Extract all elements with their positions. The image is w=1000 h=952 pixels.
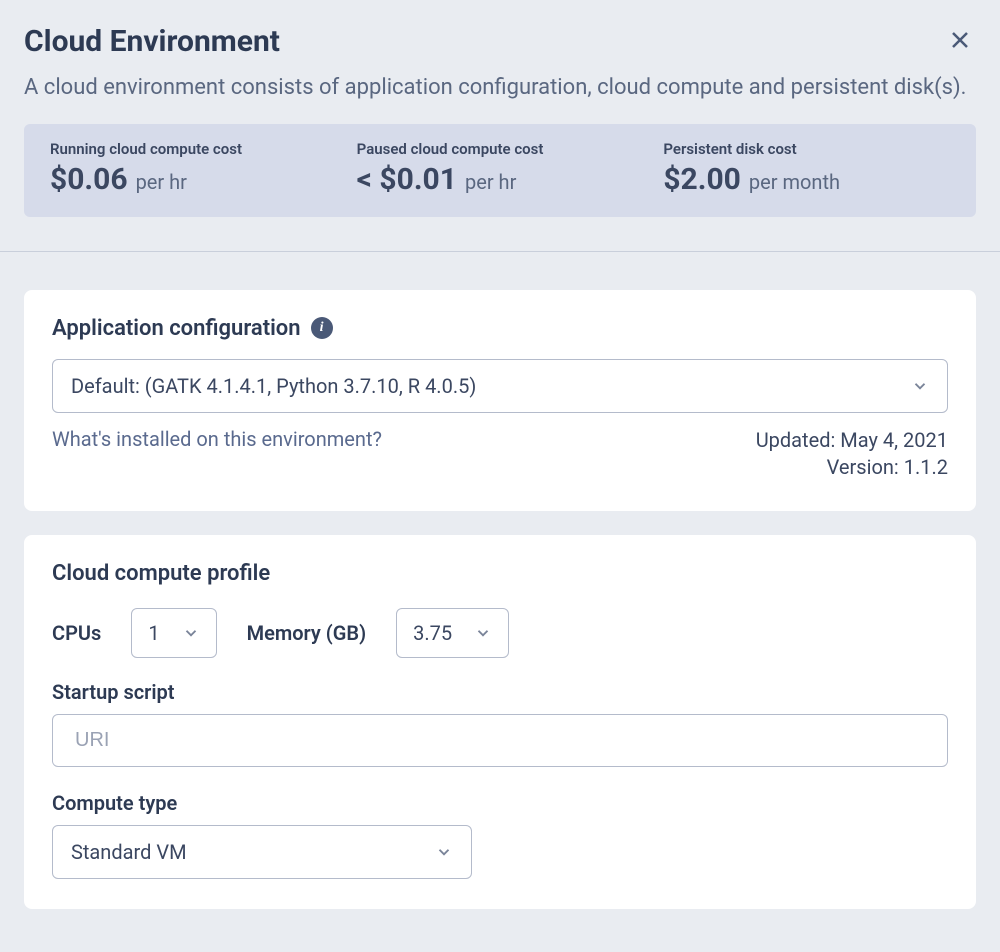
running-cost-unit: per hr xyxy=(136,170,187,194)
close-button[interactable] xyxy=(944,24,976,59)
paused-cost-value: < $0.01 xyxy=(357,162,457,197)
app-config-version: Version: 1.1.2 xyxy=(756,454,948,481)
cpu-select[interactable]: 1 xyxy=(131,608,216,658)
compute-profile-title: Cloud compute profile xyxy=(52,561,948,586)
disk-cost-value: $2.00 xyxy=(663,162,741,197)
app-config-meta: Updated: May 4, 2021 Version: 1.1.2 xyxy=(756,427,948,481)
close-icon xyxy=(948,28,972,52)
compute-type-value: Standard VM xyxy=(71,840,187,864)
paused-cost-label: Paused cloud compute cost xyxy=(357,140,644,158)
modal-header: Cloud Environment A cloud environment co… xyxy=(0,0,1000,124)
chevron-down-icon xyxy=(182,624,200,642)
disk-cost-unit: per month xyxy=(749,170,840,194)
info-icon[interactable]: i xyxy=(311,317,333,339)
cost-summary-bar: Running cloud compute cost $0.06 per hr … xyxy=(24,124,976,217)
chevron-down-icon xyxy=(435,843,453,861)
memory-select[interactable]: 3.75 xyxy=(396,608,509,658)
running-cost-label: Running cloud compute cost xyxy=(50,140,337,158)
startup-script-input[interactable] xyxy=(52,714,948,767)
installed-link[interactable]: What's installed on this environment? xyxy=(52,427,382,451)
startup-script-label: Startup script xyxy=(52,680,948,704)
memory-label: Memory (GB) xyxy=(247,621,367,645)
app-config-select[interactable]: Default: (GATK 4.1.4.1, Python 3.7.10, R… xyxy=(52,359,948,413)
compute-type-label: Compute type xyxy=(52,791,948,815)
application-configuration-card: Application configuration i Default: (GA… xyxy=(24,290,976,511)
disk-cost-label: Persistent disk cost xyxy=(663,140,950,158)
app-config-updated: Updated: May 4, 2021 xyxy=(756,427,948,454)
app-config-selected-value: Default: (GATK 4.1.4.1, Python 3.7.10, R… xyxy=(71,374,476,398)
disk-cost: Persistent disk cost $2.00 per month xyxy=(663,140,950,197)
modal-title: Cloud Environment xyxy=(24,24,280,59)
running-cost-value: $0.06 xyxy=(50,162,128,197)
compute-type-select[interactable]: Standard VM xyxy=(52,825,472,879)
app-config-title: Application configuration xyxy=(52,316,301,341)
paused-cost-unit: per hr xyxy=(465,170,516,194)
paused-cost: Paused cloud compute cost < $0.01 per hr xyxy=(357,140,644,197)
modal-subtitle: A cloud environment consists of applicat… xyxy=(24,73,976,104)
cpu-value: 1 xyxy=(148,621,159,645)
chevron-down-icon xyxy=(911,377,929,395)
running-cost: Running cloud compute cost $0.06 per hr xyxy=(50,140,337,197)
cloud-environment-modal: Cloud Environment A cloud environment co… xyxy=(0,0,1000,929)
cloud-compute-profile-card: Cloud compute profile CPUs 1 Memory (GB)… xyxy=(24,535,976,909)
memory-value: 3.75 xyxy=(413,621,452,645)
cpu-label: CPUs xyxy=(52,621,101,645)
chevron-down-icon xyxy=(474,624,492,642)
